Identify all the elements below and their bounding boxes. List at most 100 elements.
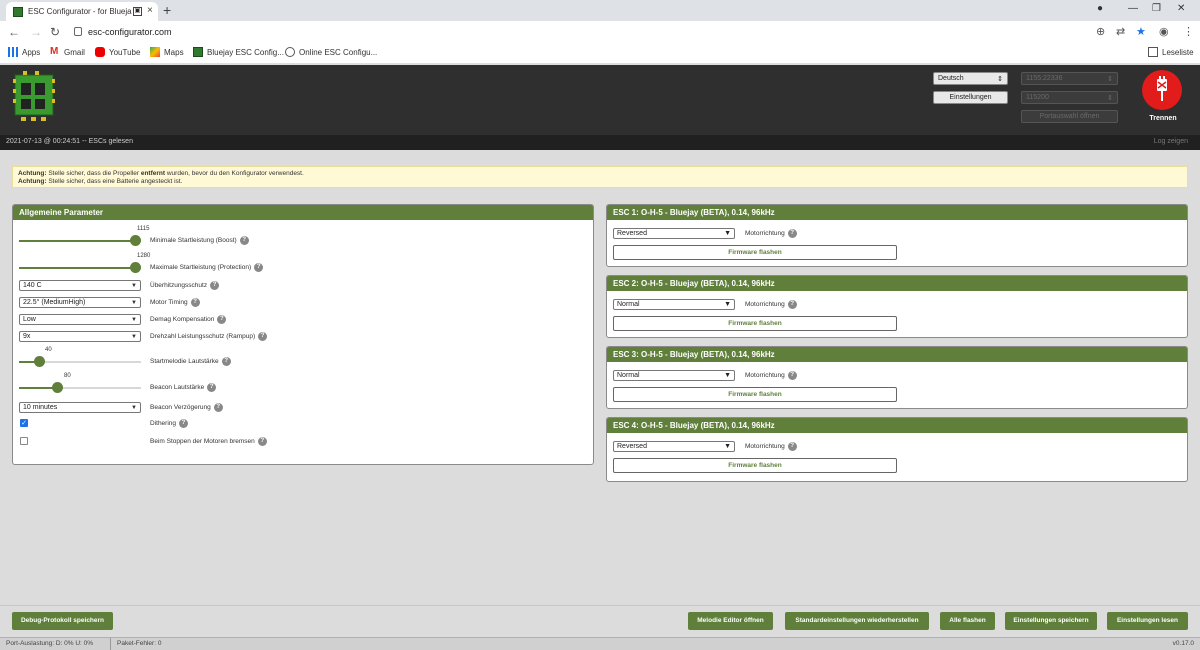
max-startup-slider-handle[interactable] (130, 262, 141, 273)
flash-firmware-button[interactable]: Firmware flashen (613, 245, 897, 260)
apps-grid-icon (8, 47, 18, 57)
save-settings-button[interactable]: Einstellungen speichern (1005, 612, 1097, 630)
help-icon[interactable]: ? (190, 298, 200, 307)
motor-direction-select[interactable]: Reversed ▼ (613, 441, 735, 452)
help-icon[interactable]: ? (787, 442, 797, 451)
select-value: 140 C (23, 282, 42, 289)
settings-button[interactable]: Einstellungen (933, 91, 1008, 104)
esc-panel: ESC 4: O-H-5 - Bluejay (BETA), 0.14, 96k… (606, 417, 1188, 482)
brake-on-stop-checkbox[interactable] (20, 437, 28, 445)
rampup-select[interactable]: 9x ▼ (19, 331, 141, 342)
chevron-down-icon: ▼ (131, 404, 137, 411)
bookmark-star-icon[interactable]: ★ (1136, 25, 1146, 38)
language-select[interactable]: Deutsch ⇕ (933, 72, 1008, 85)
esc-favicon (193, 47, 203, 57)
help-icon[interactable]: ? (787, 229, 797, 238)
bookmark-apps[interactable]: Apps (8, 47, 40, 57)
updown-icon: ⇕ (1107, 94, 1113, 102)
flash-all-button[interactable]: Alle flashen (940, 612, 995, 630)
url-field[interactable]: esc-configurator.com (70, 24, 1100, 41)
status-text: 2021-07-13 @ 00:24:51 -- ESCs gelesen (6, 138, 133, 145)
profile-dot-icon[interactable]: ● (1097, 3, 1103, 14)
demag-select[interactable]: Low ▼ (19, 314, 141, 325)
warning-line: Achtung: Stelle sicher, dass eine Batter… (18, 178, 1182, 186)
motor-timing-select[interactable]: 22.5° (MediumHigh) ▼ (19, 297, 141, 308)
read-settings-button[interactable]: Einstellungen lesen (1107, 612, 1188, 630)
bookmark-online-esc[interactable]: Online ESC Configu... (285, 47, 377, 57)
help-icon[interactable]: ? (254, 263, 264, 272)
startup-volume-slider-handle[interactable] (33, 356, 45, 367)
flash-firmware-button[interactable]: Firmware flashen (613, 316, 897, 331)
label-text: Demag Kompensation (150, 316, 215, 323)
beacon-volume-slider-handle[interactable] (51, 382, 63, 393)
help-icon[interactable]: ? (217, 315, 227, 324)
help-icon[interactable]: ? (210, 281, 220, 290)
close-tab-icon[interactable]: × (147, 5, 153, 16)
baud-select[interactable]: 115200 ⇕ (1021, 91, 1118, 104)
warning-line: Achtung: Stelle sicher, dass die Propell… (18, 170, 1182, 178)
bookmark-bluejay[interactable]: Bluejay ESC Config... (193, 47, 284, 57)
packet-errors: Paket-Fehler: 0 (117, 640, 162, 647)
dithering-checkbox[interactable]: ✓ (20, 419, 28, 427)
flash-firmware-button[interactable]: Firmware flashen (613, 458, 897, 473)
reload-icon[interactable]: ↻ (50, 25, 60, 39)
warning-emphasis: entfernt (140, 170, 166, 177)
forward-icon[interactable]: → (30, 25, 42, 39)
flash-firmware-button[interactable]: Firmware flashen (613, 387, 897, 402)
divider (110, 638, 111, 650)
restore-icon[interactable]: ❐ (1152, 3, 1161, 14)
connect-button[interactable] (1142, 70, 1182, 110)
bookmark-gmail[interactable]: M Gmail (50, 47, 85, 57)
back-icon[interactable]: ← (8, 25, 20, 39)
install-icon[interactable]: ⊕ (1096, 25, 1105, 38)
port-select-button[interactable]: Portauswahl öffnen (1021, 110, 1118, 123)
translate-icon[interactable]: ⇄ (1116, 25, 1125, 38)
help-icon[interactable]: ? (213, 403, 223, 412)
motor-direction-select[interactable]: Normal ▼ (613, 370, 735, 381)
help-icon[interactable]: ? (258, 332, 268, 341)
minimize-icon[interactable]: — (1128, 3, 1138, 14)
chevron-down-icon: ▼ (724, 443, 731, 450)
select-value: Reversed (617, 443, 647, 450)
esc-panel: ESC 2: O-H-5 - Bluejay (BETA), 0.14, 96k… (606, 275, 1188, 338)
bottom-status-bar: Port-Auslastung: D: 0% U: 0% Paket-Fehle… (0, 637, 1200, 650)
chevron-down-icon: ▼ (131, 316, 137, 323)
max-startup-value: 1280 (137, 253, 151, 259)
label-text: Motorrichtung (745, 301, 785, 308)
language-value: Deutsch (938, 75, 964, 82)
new-tab-icon[interactable]: + (163, 2, 171, 18)
bookmark-maps[interactable]: Maps (150, 47, 184, 57)
reading-list[interactable]: Leseliste (1148, 47, 1194, 57)
label-text: Motorrichtung (745, 443, 785, 450)
log-toggle[interactable]: Log zeigen (1154, 138, 1188, 145)
account-icon[interactable]: ◉ (1159, 25, 1169, 38)
chevron-down-icon: ▼ (724, 301, 731, 308)
debug-save-button[interactable]: Debug-Protokoll speichern (12, 612, 113, 630)
motor-direction-select[interactable]: Normal ▼ (613, 299, 735, 310)
warning-text: wurden, bevor du den Konfigurator verwen… (165, 170, 304, 177)
close-window-icon[interactable]: ✕ (1177, 3, 1185, 14)
help-icon[interactable]: ? (257, 437, 267, 446)
select-value: 9x (23, 333, 31, 340)
bookmark-youtube[interactable]: YouTube (95, 47, 140, 57)
help-icon[interactable]: ? (787, 300, 797, 309)
browser-tab[interactable]: ESC Configurator - for Blueja ▣ × (6, 2, 158, 21)
help-icon[interactable]: ? (221, 357, 231, 366)
menu-kebab-icon[interactable]: ⋮ (1183, 25, 1194, 38)
help-icon[interactable]: ? (207, 383, 217, 392)
motor-direction-select[interactable]: Reversed ▼ (613, 228, 735, 239)
port-select[interactable]: 1155:22336 ⇕ (1021, 72, 1118, 85)
restore-defaults-button[interactable]: Standardeinstellungen wiederherstellen (785, 612, 929, 630)
help-icon[interactable]: ? (239, 236, 249, 245)
updown-icon: ⇕ (997, 75, 1003, 83)
cast-icon[interactable]: ▣ (133, 7, 142, 16)
beacon-delay-select[interactable]: 10 minutes ▼ (19, 402, 141, 413)
melody-editor-button[interactable]: Melodie Editor öffnen (688, 612, 773, 630)
demag-label: Demag Kompensation? (150, 315, 227, 324)
help-icon[interactable]: ? (787, 371, 797, 380)
reading-list-icon (1148, 47, 1158, 57)
temp-protection-select[interactable]: 140 C ▼ (19, 280, 141, 291)
label-text: Beacon Verzögerung (150, 404, 211, 411)
help-icon[interactable]: ? (179, 419, 189, 428)
min-startup-slider-handle[interactable] (130, 235, 141, 246)
